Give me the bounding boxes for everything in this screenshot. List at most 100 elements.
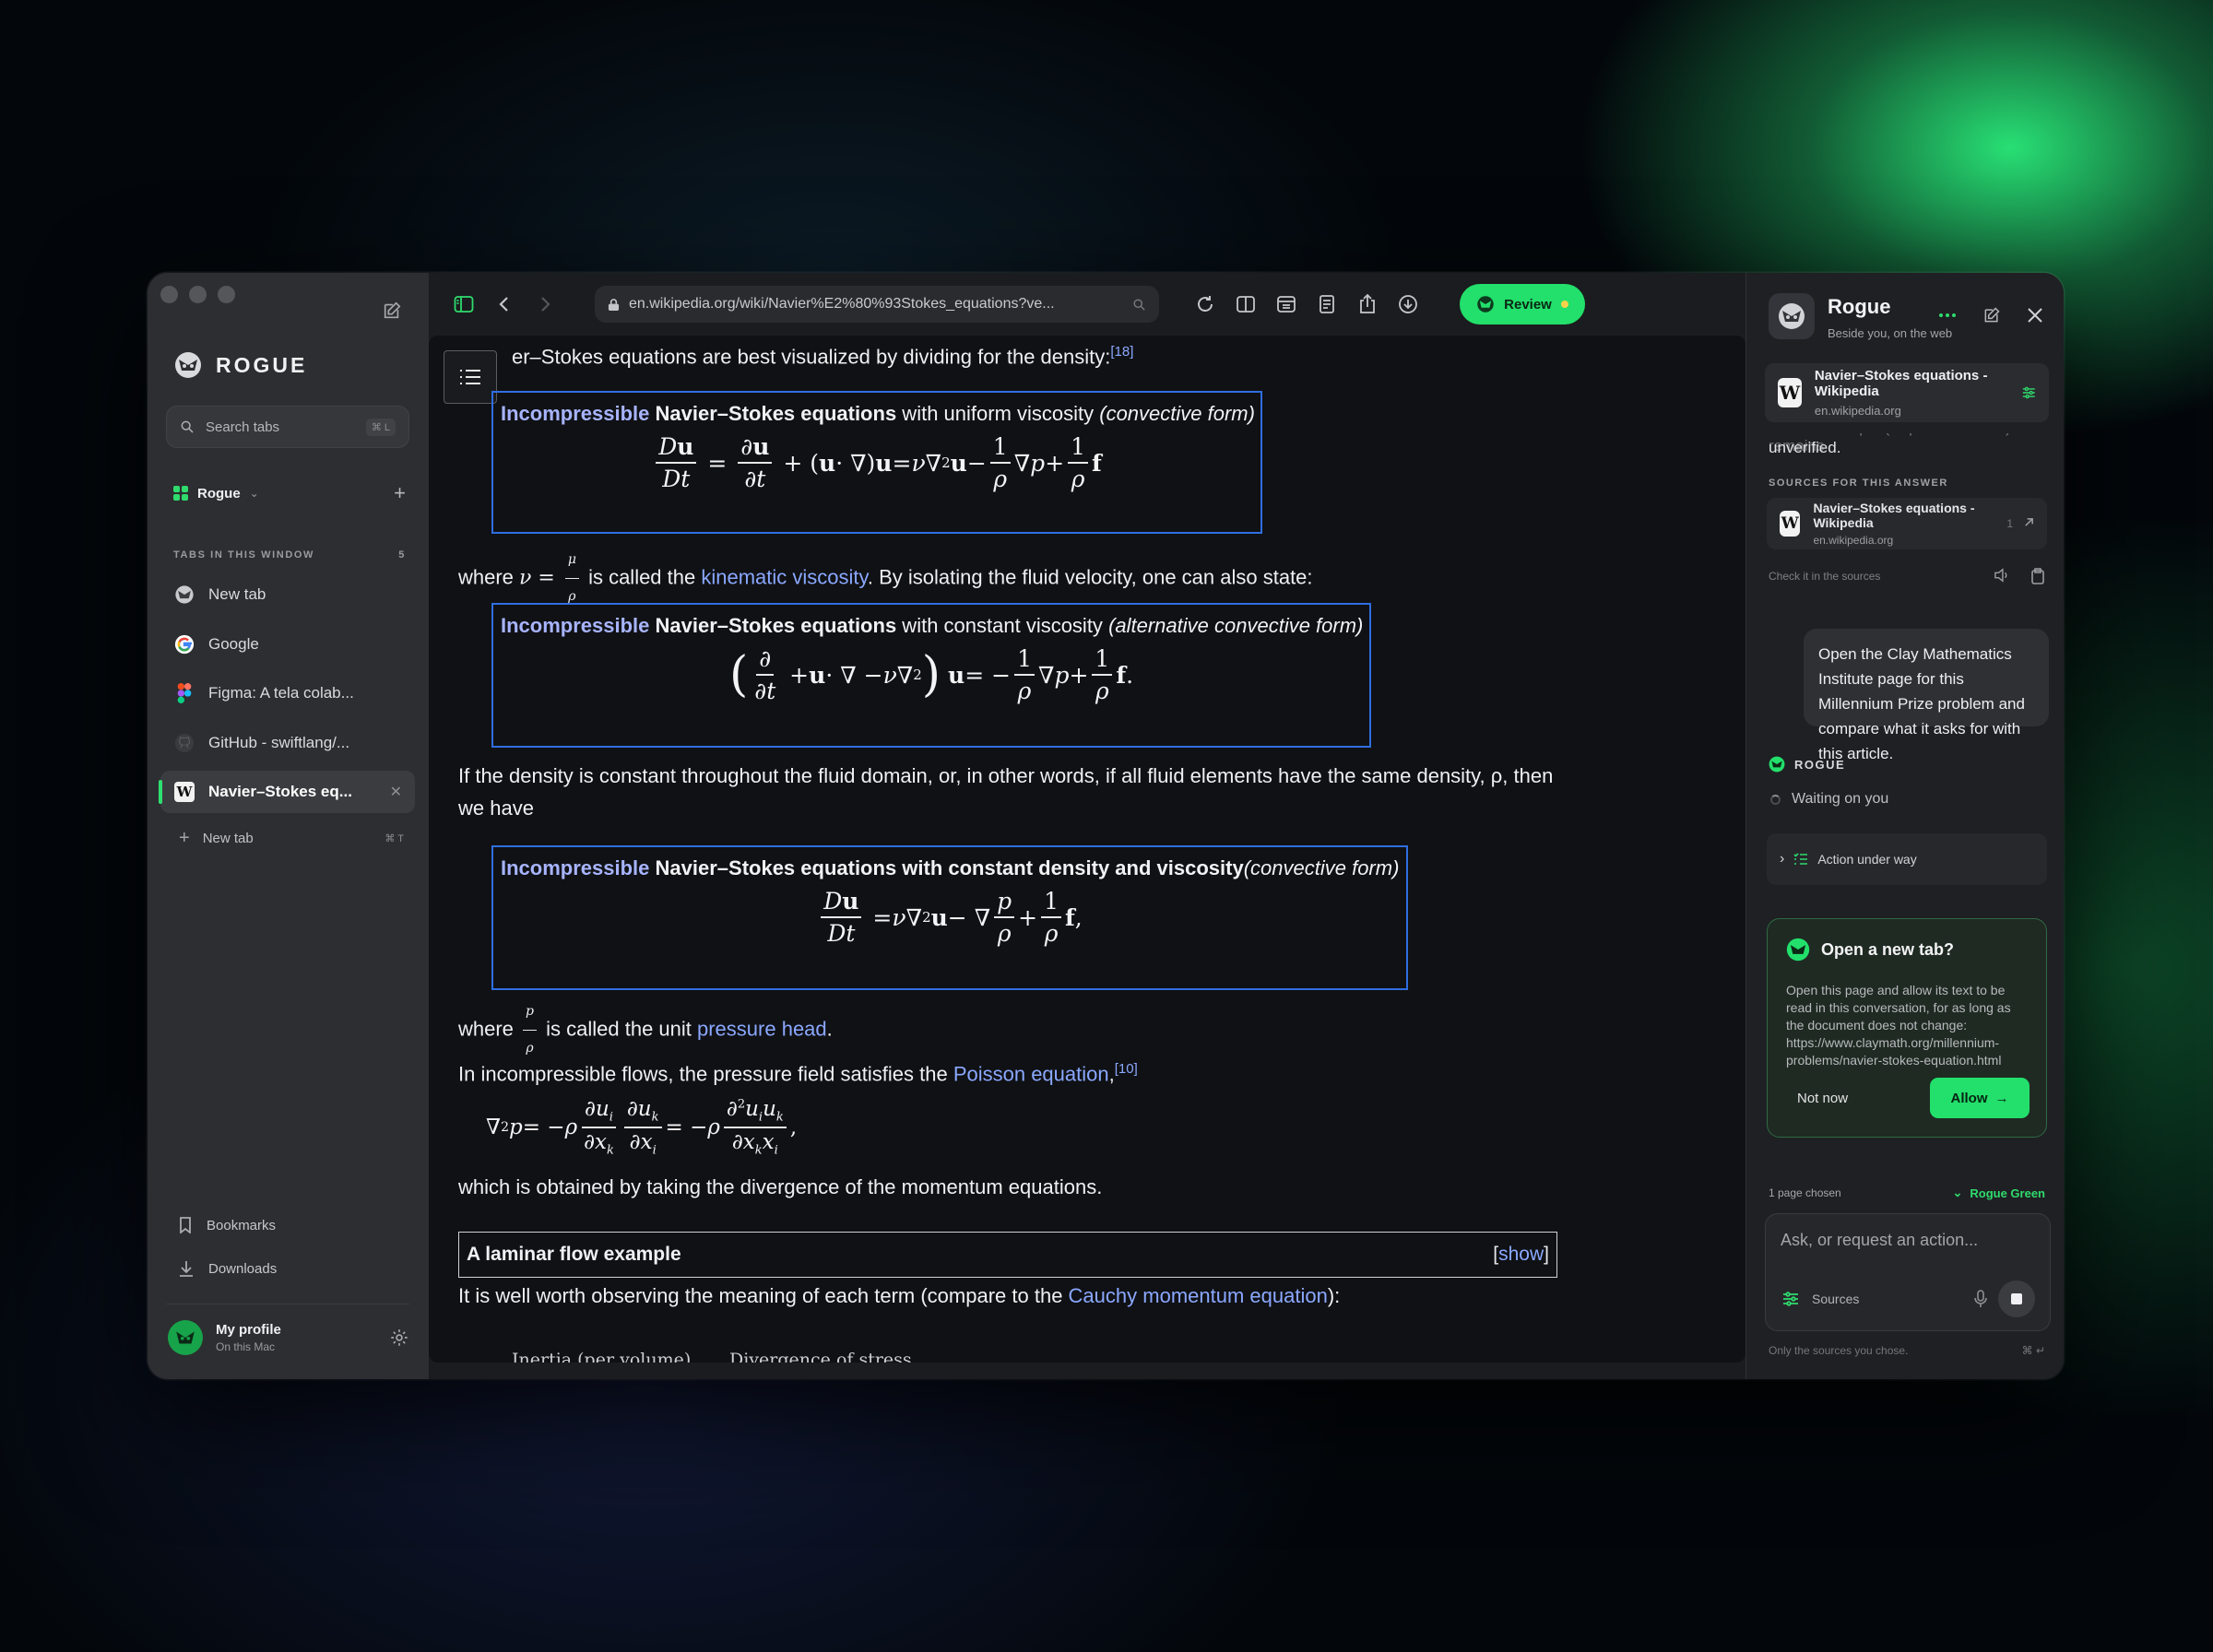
eq3-bold: Navier–Stokes equations with constant de… <box>655 856 1244 879</box>
downloads-link[interactable]: Downloads <box>179 1260 277 1277</box>
url-text: en.wikipedia.org/wiki/Navier%E2%80%93Sto… <box>629 296 1055 312</box>
action-text: Action under way <box>1817 852 1917 867</box>
answer-source-card[interactable]: W Navier–Stokes equations - Wikipedia en… <box>1767 498 2047 549</box>
eq1-rest: with uniform viscosity <box>896 402 1100 425</box>
waiting-status: Waiting on you <box>1770 791 1888 808</box>
speaker-icon[interactable] <box>1994 568 2010 583</box>
zoom-window-button[interactable] <box>218 286 235 303</box>
bookmarks-link[interactable]: Bookmarks <box>179 1217 276 1233</box>
current-page-url: en.wikipedia.org <box>1814 404 1901 418</box>
incompressible-link[interactable]: Incompressible <box>501 402 649 425</box>
composer-input[interactable]: Ask, or request an action... <box>1781 1231 1978 1250</box>
more-icon[interactable] <box>1938 313 1957 318</box>
rogue-icon <box>1786 938 1810 962</box>
share-icon[interactable] <box>1356 293 1379 315</box>
poisson-equation-link[interactable]: Poisson equation <box>953 1062 1109 1085</box>
show-link[interactable]: show <box>1498 1244 1544 1265</box>
stop-button[interactable] <box>1998 1280 2035 1317</box>
incompressible-link[interactable]: Incompressible <box>501 856 649 879</box>
chevron-down-icon: ⌄ <box>249 487 259 500</box>
arrow-right-icon: → <box>1994 1090 2009 1106</box>
tab-new-tab[interactable]: New tab <box>160 573 415 616</box>
p7-b: ): <box>1327 1284 1341 1307</box>
rogue-logo-icon <box>1779 303 1805 329</box>
paragraph-5: In incompressible flows, the pressure fi… <box>458 1053 1565 1090</box>
footnote: Only the sources you chose. ⌘ ↵ <box>1769 1344 2045 1357</box>
profile-row[interactable]: My profile On this Mac <box>168 1320 409 1355</box>
external-link-icon[interactable] <box>2024 517 2034 527</box>
tab-overview-icon[interactable] <box>1275 293 1297 315</box>
user-message: Open the Clay Mathematics Institute page… <box>1804 629 2049 762</box>
chevron-down-icon: ⌄ <box>1952 1186 1963 1199</box>
tab-github[interactable]: GitHub - swiftlang/... <box>160 722 415 764</box>
panel-subtitle: Beside you, on the web <box>1828 326 1953 340</box>
gear-icon[interactable] <box>389 1328 409 1348</box>
close-tab-icon[interactable]: ✕ <box>390 783 402 801</box>
cauchy-momentum-link[interactable]: Cauchy momentum equation <box>1069 1284 1328 1307</box>
p4-a: where <box>458 1017 520 1041</box>
download-icon[interactable] <box>1397 293 1419 315</box>
google-icon <box>173 633 195 655</box>
github-icon <box>173 732 195 754</box>
kinematic-viscosity-link[interactable]: kinematic viscosity <box>701 565 868 588</box>
compose-icon[interactable] <box>382 301 402 321</box>
reader-icon[interactable] <box>1316 293 1338 315</box>
assistant-label: ROGUE <box>1769 756 1845 773</box>
p4-b: . <box>826 1017 833 1041</box>
tab-figma[interactable]: Figma: A tela colab... <box>160 672 415 714</box>
reload-icon[interactable] <box>1194 293 1216 315</box>
review-button[interactable]: Review <box>1460 284 1585 324</box>
equation-1-formula: Du Dt = ∂u ∂t + (u · ∇) u = ν ∇ 2 u − 1 ρ ∇ p + … <box>501 433 1253 492</box>
close-icon[interactable] <box>2027 307 2043 324</box>
allow-button[interactable]: Allow → <box>1930 1078 2030 1118</box>
new-tab-button[interactable]: + New tab ⌘ T <box>179 828 404 849</box>
forward-icon[interactable] <box>534 293 556 315</box>
stop-icon <box>2011 1293 2022 1304</box>
model-selector[interactable]: ⌄ Rogue Green <box>1952 1186 2045 1200</box>
split-view-icon[interactable] <box>1235 293 1257 315</box>
sliders-icon[interactable] <box>2022 385 2036 400</box>
sources-label: Sources <box>1812 1292 1860 1306</box>
back-icon[interactable] <box>493 293 515 315</box>
citation-18[interactable]: [18] <box>1110 344 1133 360</box>
close-window-button[interactable] <box>160 286 178 303</box>
citation-10[interactable]: [10] <box>1115 1061 1138 1077</box>
pressure-head-link[interactable]: pressure head <box>697 1017 827 1040</box>
incompressible-link[interactable]: Incompressible <box>501 614 649 637</box>
space-selector[interactable]: Rogue ⌄ + <box>173 481 406 505</box>
tab-label: Navier–Stokes eq... <box>208 783 352 800</box>
not-now-button[interactable]: Not now <box>1786 1081 1859 1115</box>
microphone-icon[interactable] <box>1974 1290 1987 1308</box>
sources-button[interactable]: Sources <box>1782 1292 1859 1306</box>
brand-name: ROGUE <box>216 352 308 377</box>
minimize-window-button[interactable] <box>189 286 207 303</box>
equation-1-heading: Incompressible Navier–Stokes equations w… <box>501 402 1255 426</box>
source-number: 1 <box>2006 517 2013 530</box>
intro-text: er–Stokes equations are best visualized … <box>512 345 1111 369</box>
show-toggle[interactable]: [show] <box>1493 1244 1549 1266</box>
tab-label: Figma: A tela colab... <box>208 684 354 702</box>
copy-icon[interactable] <box>2030 568 2045 584</box>
p2-b: . By isolating the fluid velocity, one c… <box>867 565 1313 589</box>
search-shortcut: ⌘ L <box>365 418 396 436</box>
equation-2-heading: Incompressible Navier–Stokes equations w… <box>501 614 1363 638</box>
sidebar-toggle-icon[interactable] <box>453 293 475 315</box>
check-row: Check it in the sources <box>1769 568 2045 584</box>
equation-2-formula: ( ∂ ∂t + u · ∇ − ν ∇ 2 ) u = − 1 ρ ∇ p + 1ρf. <box>728 645 1134 704</box>
eq3-form: (convective form) <box>1243 856 1400 879</box>
p4-mid: is called the unit <box>540 1017 697 1041</box>
add-space-button[interactable]: + <box>394 481 406 505</box>
waiting-text: Waiting on you <box>1792 791 1889 807</box>
rogue-avatar <box>1769 293 1815 339</box>
address-bar[interactable]: en.wikipedia.org/wiki/Navier%E2%80%93Sto… <box>595 286 1159 323</box>
tab-navier-stokes[interactable]: W Navier–Stokes eq... ✕ <box>159 771 415 813</box>
current-page-card[interactable]: W Navier–Stokes equations - Wikipedia en… <box>1765 363 2049 422</box>
table-of-contents-button[interactable] <box>444 350 497 404</box>
tab-google[interactable]: Google <box>160 623 415 666</box>
search-tabs-field[interactable]: Search tabs ⌘ L <box>166 406 409 448</box>
eq2-rest: with constant viscosity <box>896 614 1109 637</box>
search-tabs-label: Search tabs <box>206 419 280 435</box>
new-chat-icon[interactable] <box>1982 306 2001 324</box>
allow-label: Allow <box>1950 1090 1988 1106</box>
action-underway-row[interactable]: › Action under way <box>1767 833 2047 885</box>
